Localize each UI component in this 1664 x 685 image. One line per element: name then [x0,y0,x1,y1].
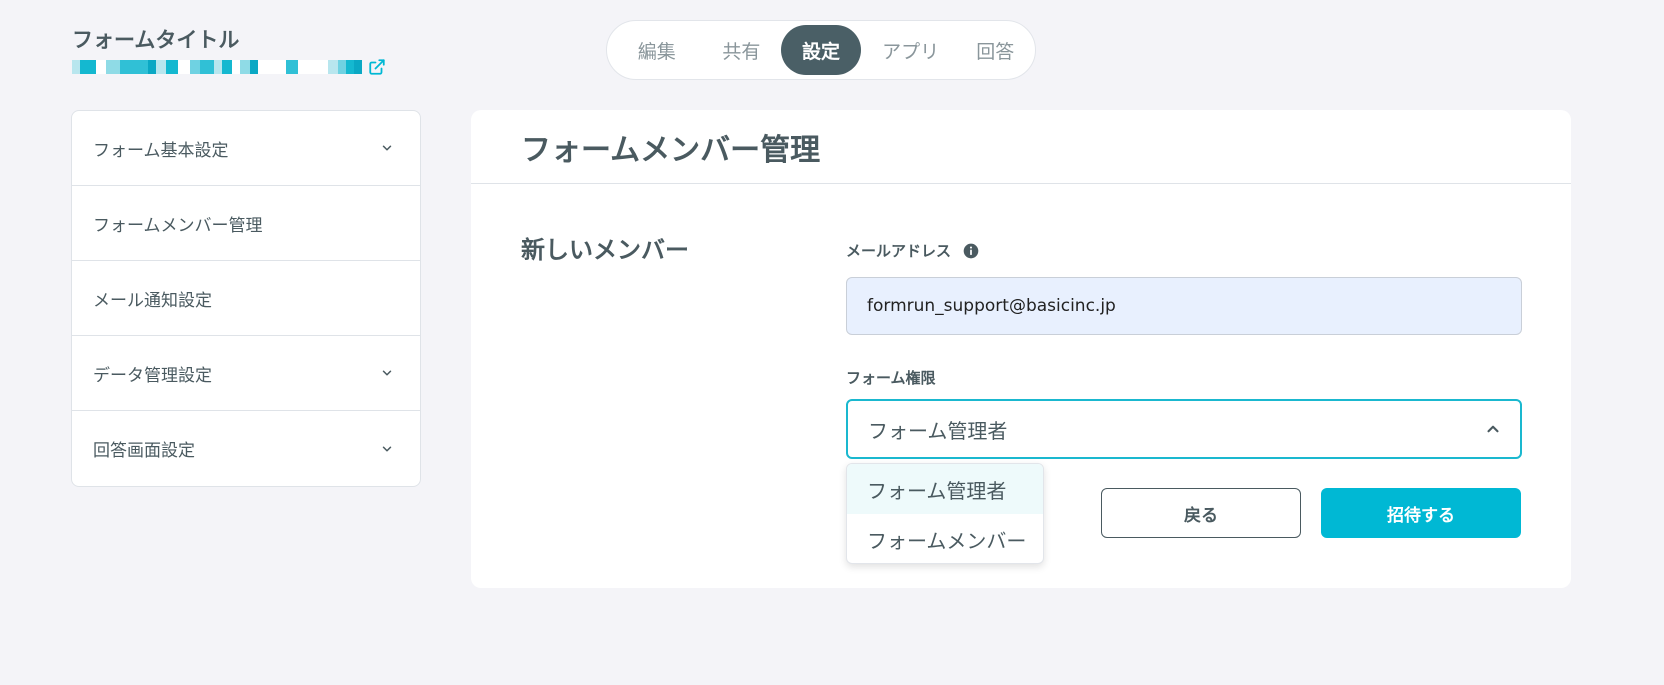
permission-dropdown: フォーム管理者 フォームメンバー [846,463,1044,564]
dropdown-option-admin[interactable]: フォーム管理者 [847,464,1043,514]
sidebar-item-basic-settings[interactable]: フォーム基本設定 [72,111,420,186]
section-label: 新しいメンバー [521,236,689,264]
permission-select[interactable]: フォーム管理者 [846,399,1522,459]
email-input[interactable] [846,277,1522,335]
dropdown-option-member[interactable]: フォームメンバー [847,514,1043,563]
panel-header: フォームメンバー管理 [471,110,1571,184]
tab-edit[interactable]: 編集 [612,25,702,75]
tab-share[interactable]: 共有 [702,25,782,75]
back-button[interactable]: 戻る [1101,488,1301,538]
chevron-down-icon [382,370,392,376]
chevron-down-icon [382,445,392,452]
external-link-icon[interactable] [368,58,386,76]
form-title: フォームタイトル [72,28,240,52]
page-title: フォームメンバー管理 [521,132,821,168]
tab-settings[interactable]: 設定 [781,25,861,75]
sidebar-item-label: データ管理設定 [93,365,212,386]
redacted-url [72,60,362,74]
member-management-panel: フォームメンバー管理 新しいメンバー メールアドレス フォーム権限 フォーム管理… [471,110,1571,588]
form-url[interactable] [72,58,386,76]
email-label: メールアドレス [846,242,952,260]
permission-label-row: フォーム権限 [846,367,936,388]
sidebar-item-mail-notification[interactable]: メール通知設定 [72,261,420,336]
sidebar-item-data-management[interactable]: データ管理設定 [72,336,420,411]
tab-apps[interactable]: アプリ [861,25,961,75]
sidebar-item-member-management[interactable]: フォームメンバー管理 [72,186,420,261]
permission-label: フォーム権限 [846,369,936,387]
sidebar-item-label: 回答画面設定 [93,441,195,461]
email-label-row: メールアドレス [846,240,979,261]
invite-button[interactable]: 招待する [1321,488,1521,538]
sidebar-item-response-screen[interactable]: 回答画面設定 [72,411,420,486]
tab-responses[interactable]: 回答 [960,25,1030,75]
chevron-up-icon [1487,425,1499,433]
info-icon[interactable] [963,243,979,259]
settings-sidebar: フォーム基本設定 フォームメンバー管理 メール通知設定 データ管理設定 回答画面… [71,110,421,487]
sidebar-item-label: フォーム基本設定 [93,140,229,161]
permission-selected-value: フォーム管理者 [868,418,1008,443]
main-nav: 編集 共有 設定 アプリ 回答 [606,20,1036,80]
sidebar-item-label: フォームメンバー管理 [93,215,263,236]
chevron-down-icon [382,145,392,151]
sidebar-item-label: メール通知設定 [93,290,212,311]
